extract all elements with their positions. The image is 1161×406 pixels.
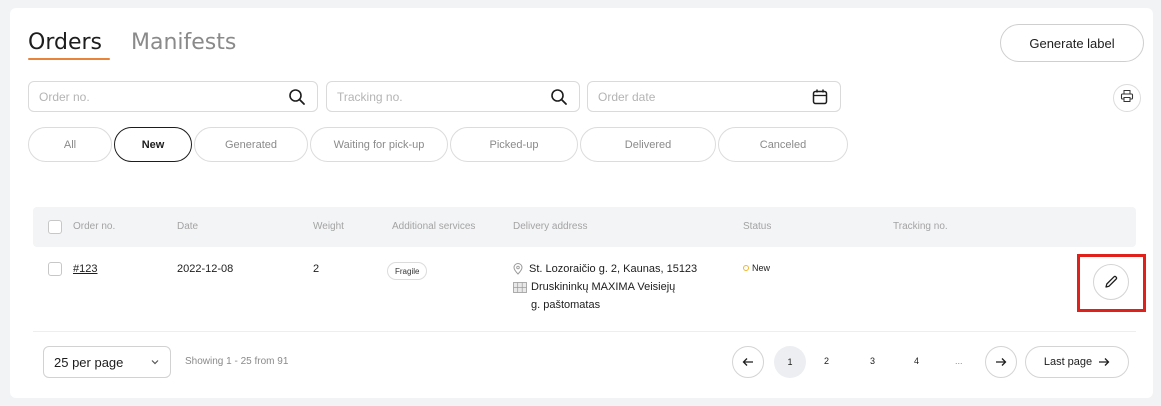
page-2-button[interactable]: 2 (824, 356, 829, 366)
arrow-right-icon (995, 357, 1007, 367)
tracking-no-field[interactable] (326, 81, 580, 112)
print-icon (1120, 89, 1134, 108)
select-all-checkbox[interactable] (48, 220, 62, 234)
order-number-link[interactable]: #123 (73, 263, 97, 275)
print-button[interactable] (1113, 84, 1141, 112)
page-4-button[interactable]: 4 (914, 356, 919, 366)
order-no-field[interactable] (28, 81, 318, 112)
status-badge: New (743, 263, 770, 273)
search-icon[interactable] (287, 87, 307, 107)
per-page-select[interactable]: 25 per page (43, 346, 171, 378)
column-header-date[interactable]: Date (177, 221, 198, 232)
status-dot-icon (743, 265, 749, 271)
status-text: New (752, 263, 771, 273)
arrow-right-icon (1098, 357, 1110, 367)
address-text: St. Lozoraičio g. 2, Kaunas, 15123 (529, 263, 698, 275)
calendar-icon[interactable] (810, 87, 830, 107)
column-header-tracking-no: Tracking no. (893, 221, 948, 232)
tab-orders[interactable]: Orders (28, 30, 102, 55)
row-checkbox[interactable] (48, 262, 62, 276)
filter-new[interactable]: New (114, 127, 192, 162)
prev-page-button[interactable] (732, 346, 764, 378)
filter-all[interactable]: All (28, 127, 112, 162)
edit-icon (1103, 274, 1119, 290)
tracking-no-input[interactable] (337, 89, 549, 104)
orders-card (10, 8, 1153, 398)
parcel-terminal-line: Druskininkų MAXIMA Veisiejų (513, 281, 675, 293)
parcel-terminal-icon (513, 281, 527, 293)
per-page-value: 25 per page (54, 354, 124, 370)
filter-generated[interactable]: Generated (194, 127, 308, 162)
column-header-order-no[interactable]: Order no. (73, 221, 115, 232)
service-badge-fragile: Fragile (387, 262, 428, 280)
edit-order-button[interactable] (1093, 264, 1129, 300)
page-1-button[interactable]: 1 (774, 346, 806, 378)
showing-count: Showing 1 - 25 from 91 (185, 356, 289, 367)
tab-manifests[interactable]: Manifests (131, 30, 236, 55)
active-tab-indicator (28, 58, 110, 60)
chevron-down-icon (150, 357, 160, 367)
order-date: 2022-12-08 (177, 263, 234, 275)
page-3-button[interactable]: 3 (870, 356, 875, 366)
page-ellipsis: ... (955, 356, 963, 366)
order-date-input[interactable] (598, 89, 810, 104)
filter-waiting-for-pick-up[interactable]: Waiting for pick-up (310, 127, 448, 162)
order-weight: 2 (313, 263, 320, 275)
last-page-label: Last page (1043, 356, 1093, 368)
order-no-input[interactable] (39, 89, 287, 104)
next-page-button[interactable] (985, 346, 1017, 378)
column-header-weight[interactable]: Weight (313, 221, 344, 232)
generate-label-button[interactable]: Generate label (1000, 24, 1144, 62)
delivery-address-line: St. Lozoraičio g. 2, Kaunas, 15123 (513, 263, 697, 275)
terminal-name-continued: g. paštomatas (531, 299, 601, 311)
filter-picked-up[interactable]: Picked-up (450, 127, 578, 162)
order-date-field[interactable] (587, 81, 841, 112)
row-divider (33, 331, 1136, 332)
column-header-status[interactable]: Status (743, 221, 771, 232)
pin-icon (513, 263, 523, 275)
search-icon[interactable] (549, 87, 569, 107)
filter-delivered[interactable]: Delivered (580, 127, 716, 162)
column-header-additional-services: Additional services (392, 221, 476, 232)
column-header-delivery-address: Delivery address (513, 221, 588, 232)
arrow-left-icon (742, 357, 754, 367)
last-page-button[interactable]: Last page (1025, 346, 1129, 378)
terminal-name: Druskininkų MAXIMA Veisiejų (531, 281, 676, 293)
filter-canceled[interactable]: Canceled (718, 127, 848, 162)
